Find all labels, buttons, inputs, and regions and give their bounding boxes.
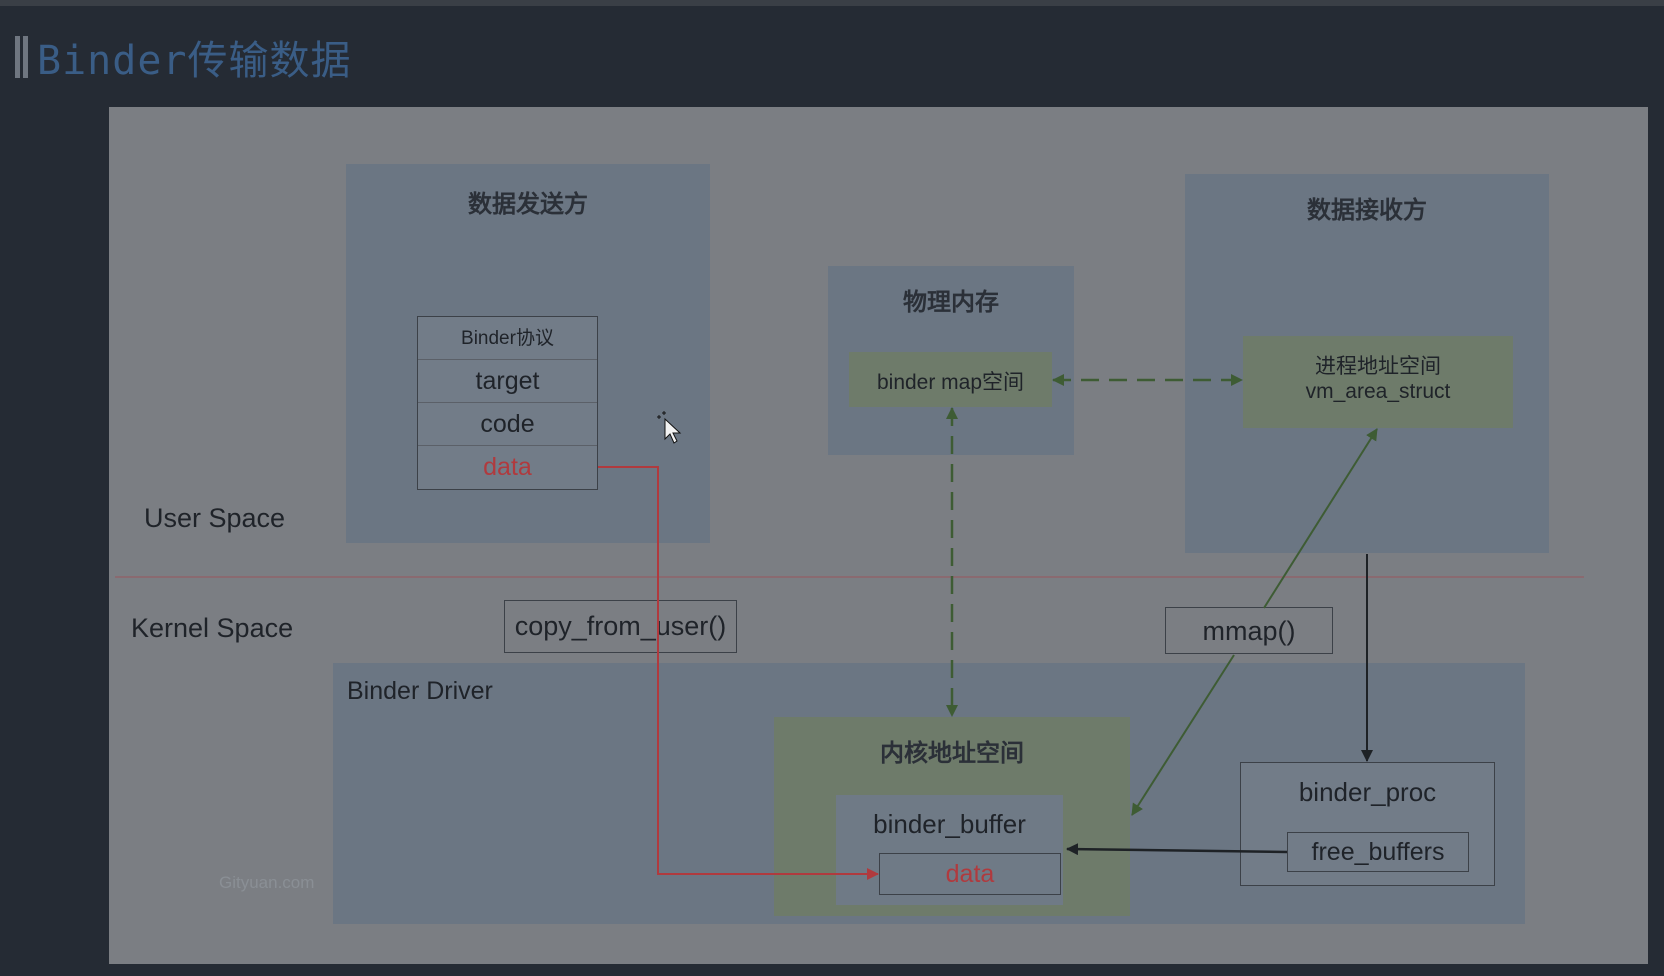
title-bar-marker — [23, 36, 28, 78]
mmap-to-kernel-arrow — [1131, 654, 1235, 816]
page-title: Binder传输数据 — [37, 38, 352, 84]
free-buffers-to-buffer-arrow — [1066, 843, 1288, 856]
slide-title-bar: Binder传输数据 — [15, 28, 352, 86]
diagram-connectors — [115, 374, 1584, 880]
mmap-to-vma-arrow — [1263, 428, 1378, 609]
mouse-cursor-icon — [657, 411, 682, 444]
top-strip — [0, 0, 1664, 6]
title-bar-marker — [15, 36, 20, 78]
diagram-slide: 数据发送方 Binder协议 target code data 物理内存 bin… — [109, 107, 1648, 964]
data-copy-arrow — [598, 466, 879, 880]
